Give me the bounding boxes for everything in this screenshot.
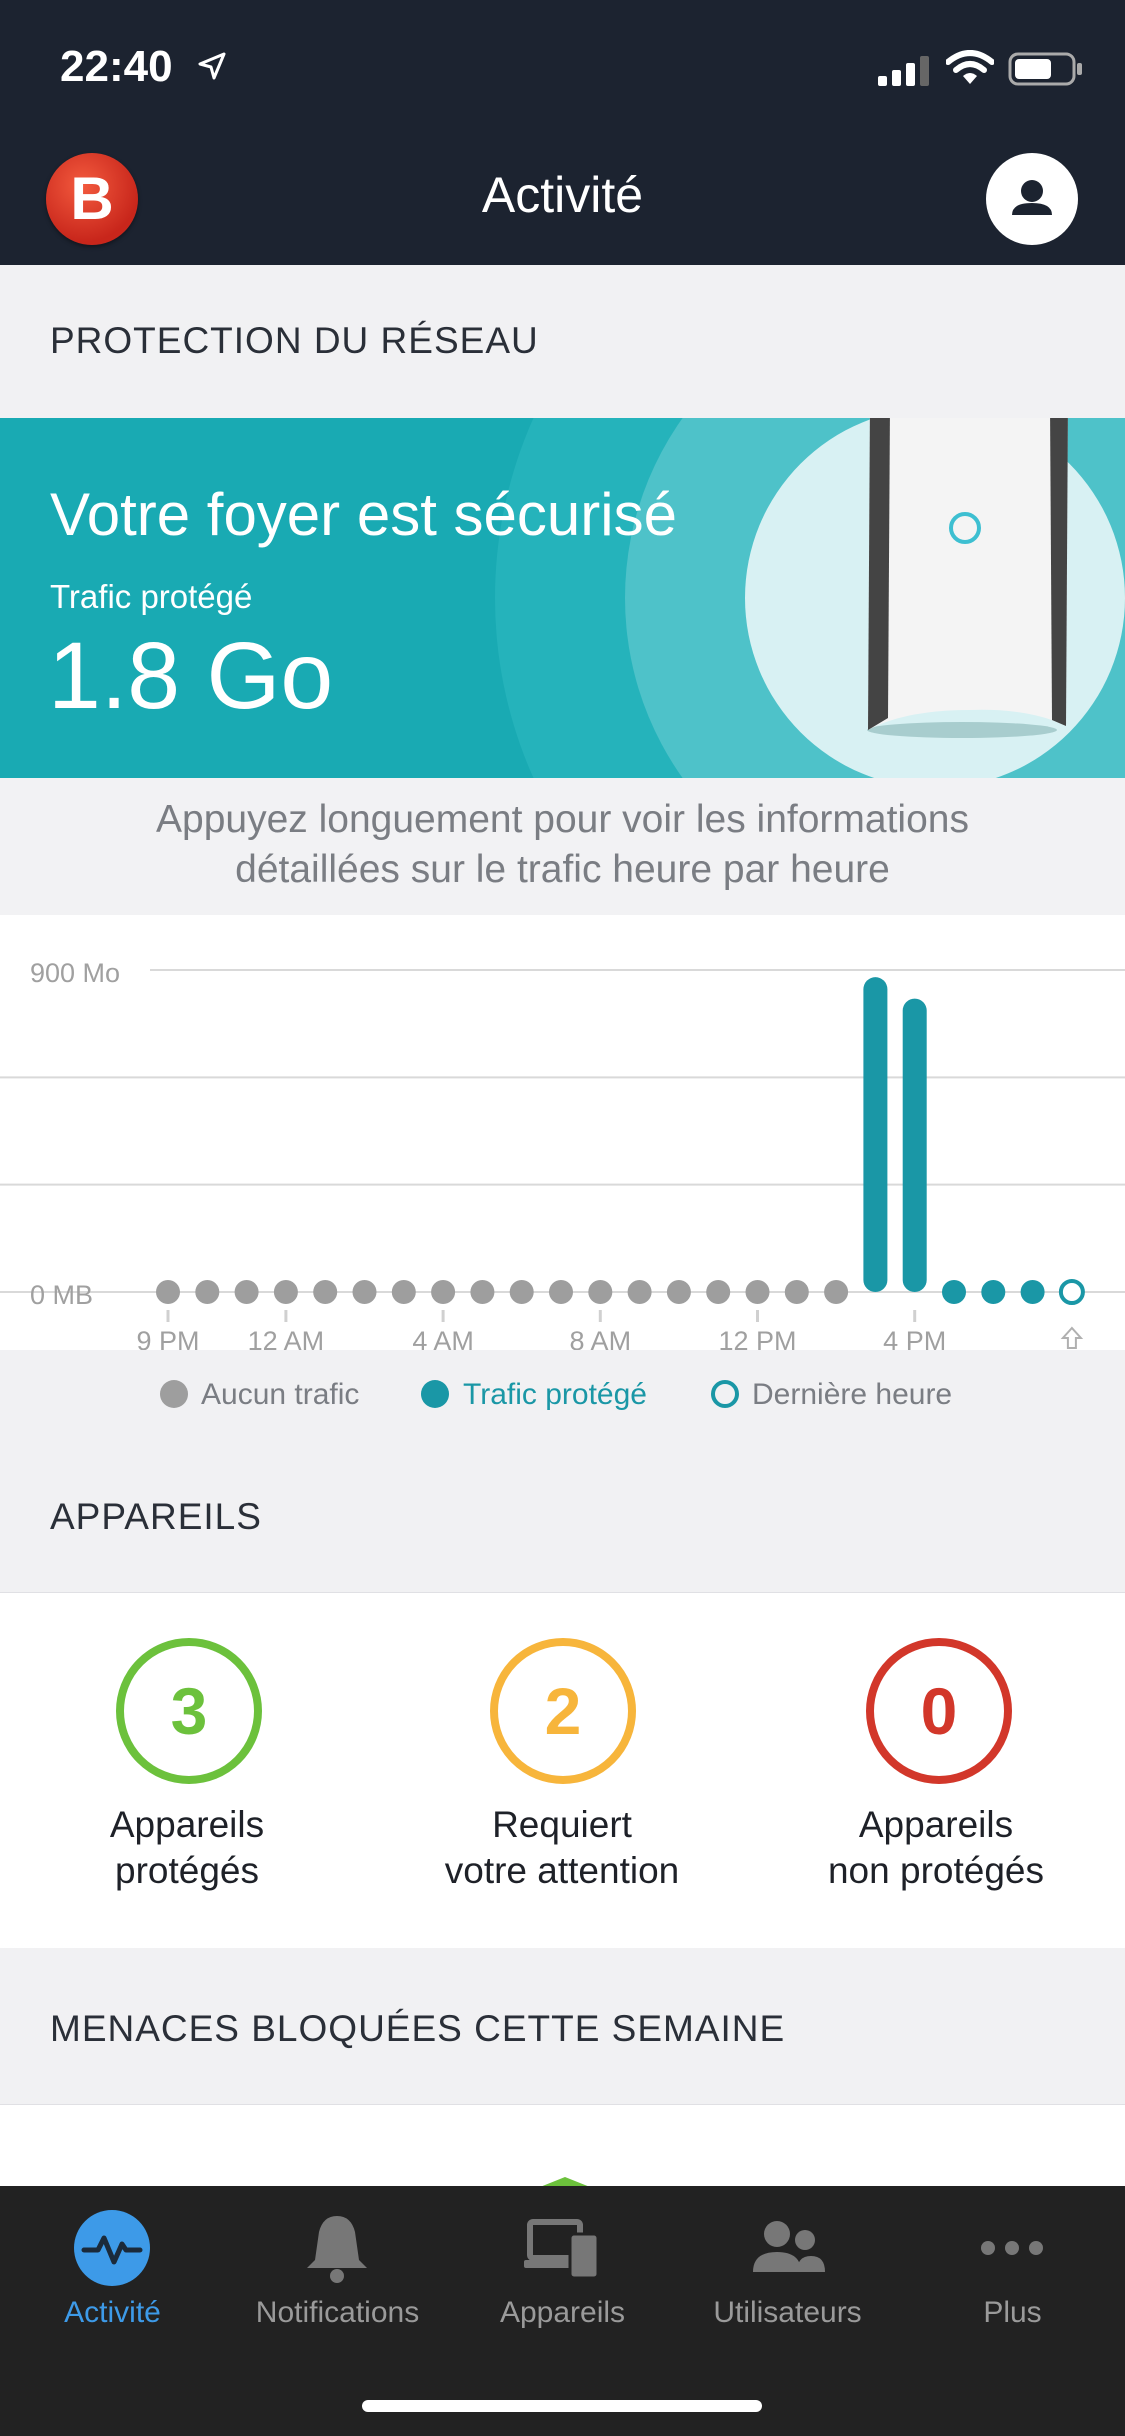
traffic-dot xyxy=(431,1280,456,1304)
chart-hint-line: détaillées sur le trafic heure par heure xyxy=(235,848,890,891)
traffic-dot xyxy=(1020,1280,1045,1304)
tab-more[interactable]: Plus xyxy=(900,2186,1125,2346)
tab-label: Utilisateurs xyxy=(713,2296,862,2329)
legend-none-label: Aucun trafic xyxy=(201,1378,360,1411)
traffic-dot xyxy=(706,1280,731,1304)
attention-devices-label[interactable]: Requiert votre attention xyxy=(392,1802,732,1894)
traffic-dot xyxy=(509,1280,534,1304)
location-arrow-icon xyxy=(198,52,226,80)
tab-label: Notifications xyxy=(255,2296,420,2329)
protected-devices-label[interactable]: Appareils protégés xyxy=(17,1802,357,1894)
protected-traffic-label: Trafic protégé xyxy=(50,578,253,615)
legend-none-marker xyxy=(160,1380,188,1408)
traffic-dot xyxy=(824,1280,849,1304)
device-label-line: protégés xyxy=(115,1850,259,1891)
traffic-chart[interactable]: 900 Mo 0 MB 9 PM 12 AM 4 AM 8 AM 12 PM 4 PM xyxy=(0,915,1125,1356)
traffic-dot xyxy=(666,1280,691,1304)
traffic-dot xyxy=(942,1280,966,1304)
x-tick-label: 4 AM xyxy=(412,1326,474,1350)
x-tick-label: 12 PM xyxy=(718,1326,796,1350)
x-tick-label: 8 AM xyxy=(570,1326,632,1350)
tab-users[interactable]: Utilisateurs xyxy=(675,2186,900,2346)
traffic-bar xyxy=(863,977,888,1292)
traffic-dot xyxy=(273,1280,298,1304)
router-image xyxy=(867,418,1068,738)
tab-label: Appareils xyxy=(499,2296,626,2329)
unprotected-devices-count[interactable]: 0 xyxy=(866,1638,1012,1784)
unprotected-devices-label[interactable]: Appareils non protégés xyxy=(766,1802,1106,1894)
traffic-dot xyxy=(981,1280,1006,1304)
now-arrow-icon xyxy=(1060,1326,1084,1349)
x-tick-label: 9 PM xyxy=(136,1326,199,1350)
more-icon xyxy=(981,2241,1043,2255)
y-axis-top-label: 900 Mo xyxy=(30,958,120,988)
legend-last-hour-label: Dernière heure xyxy=(752,1378,953,1411)
x-tick-label: 4 PM xyxy=(883,1326,946,1350)
home-indicator xyxy=(362,2400,762,2412)
security-status-title: Votre foyer est sécurisé xyxy=(50,481,677,548)
tab-notifications[interactable]: Notifications xyxy=(225,2186,450,2346)
legend-protected-label: Trafic protégé xyxy=(463,1378,647,1411)
device-label-line: non protégés xyxy=(827,1850,1044,1891)
protected-devices-count[interactable]: 3 xyxy=(116,1638,262,1784)
traffic-dot xyxy=(627,1280,652,1304)
traffic-dot xyxy=(549,1280,573,1304)
traffic-dot xyxy=(352,1280,377,1304)
traffic-dot xyxy=(745,1280,770,1304)
tab-devices[interactable]: Appareils xyxy=(450,2186,675,2346)
battery-icon xyxy=(1008,52,1082,86)
traffic-chart-panel[interactable]: 900 Mo 0 MB 9 PM 12 AM 4 AM 8 AM 12 PM 4 PM xyxy=(0,915,1125,1356)
tab-label: Plus xyxy=(983,2296,1042,2329)
chart-hint-line: Appuyez longuement pour voir les informa… xyxy=(156,798,969,841)
y-axis-bottom-label: 0 MB xyxy=(30,1280,93,1310)
x-tick-label: 12 AM xyxy=(248,1326,325,1350)
user-icon xyxy=(1012,180,1052,215)
traffic-dot xyxy=(234,1280,259,1304)
devices-icon xyxy=(524,2219,600,2280)
devices-section-title: APPAREILS xyxy=(50,1496,262,1537)
chart-hint: Appuyez longuement pour voir les informa… xyxy=(0,795,1125,895)
traffic-dot xyxy=(470,1280,495,1304)
legend-protected-marker xyxy=(421,1380,449,1408)
traffic-dot xyxy=(391,1280,416,1304)
traffic-dot xyxy=(588,1280,613,1304)
users-icon xyxy=(753,2221,825,2272)
network-section-title: PROTECTION DU RÉSEAU xyxy=(50,320,539,361)
account-button[interactable] xyxy=(986,153,1078,245)
wifi-icon xyxy=(946,50,994,84)
device-label-line: Requiert xyxy=(492,1804,632,1845)
legend-last-hour-marker xyxy=(711,1380,739,1408)
traffic-bar xyxy=(902,998,927,1292)
status-time: 22:40 xyxy=(60,42,173,91)
tab-label: Activité xyxy=(64,2296,161,2329)
bell-icon xyxy=(307,2216,367,2283)
threats-section-title: MENACES BLOQUÉES CETTE SEMAINE xyxy=(50,2008,786,2049)
page-title: Activité xyxy=(481,167,644,223)
traffic-dot xyxy=(195,1280,220,1304)
protected-traffic-value: 1.8 Go xyxy=(48,623,334,729)
tab-activity[interactable]: Activité xyxy=(0,2186,225,2346)
traffic-dot xyxy=(156,1280,180,1304)
cellular-signal-icon xyxy=(878,56,929,86)
traffic-dot xyxy=(784,1280,809,1304)
last-hour-dot xyxy=(1058,1279,1085,1305)
device-label-line: votre attention xyxy=(444,1850,680,1891)
device-label-line: Appareils xyxy=(858,1804,1014,1845)
traffic-dot xyxy=(313,1280,338,1304)
attention-devices-count[interactable]: 2 xyxy=(490,1638,636,1784)
device-label-line: Appareils xyxy=(109,1804,265,1845)
activity-icon xyxy=(74,2210,150,2286)
